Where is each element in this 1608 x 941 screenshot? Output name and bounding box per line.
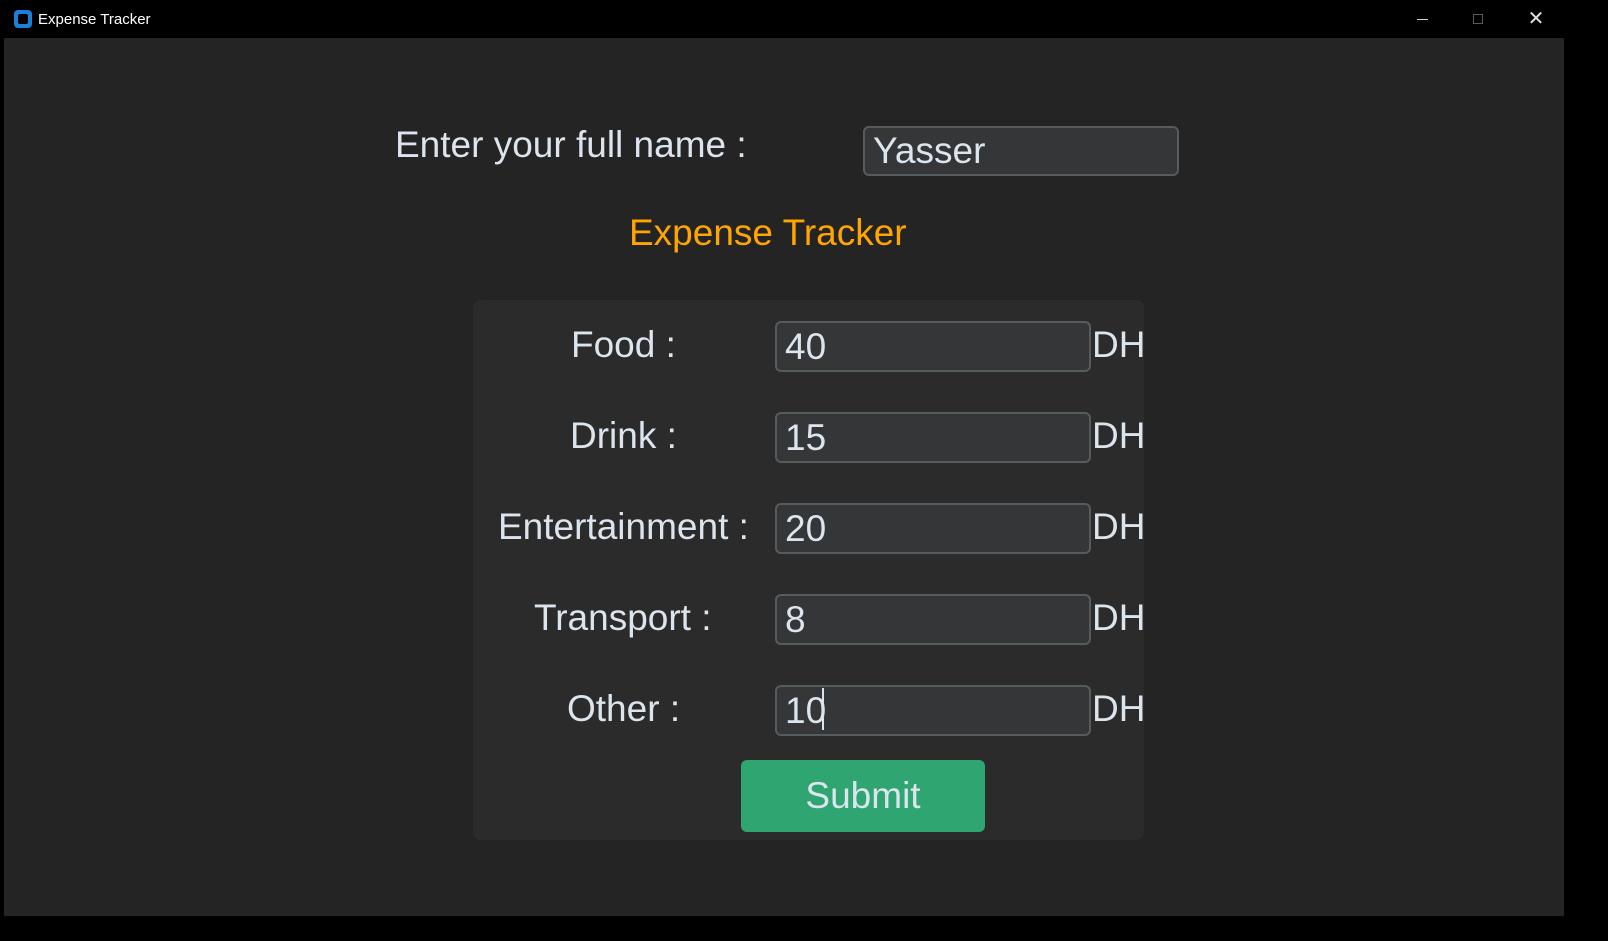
food-label: Food : bbox=[571, 324, 676, 365]
page-title: Expense Tracker bbox=[629, 212, 907, 253]
title-bar: Expense Tracker ✕ bbox=[4, 0, 1564, 38]
minimize-icon bbox=[1416, 18, 1428, 20]
food-input[interactable] bbox=[775, 321, 1091, 372]
transport-input[interactable] bbox=[775, 594, 1091, 645]
transport-label: Transport : bbox=[534, 597, 712, 638]
window-title: Expense Tracker bbox=[38, 11, 151, 28]
minimize-button[interactable] bbox=[1394, 0, 1450, 38]
entertainment-label: Entertainment : bbox=[498, 506, 749, 547]
full-name-label: Enter your full name : bbox=[395, 124, 747, 165]
submit-button[interactable]: Submit bbox=[741, 760, 985, 832]
other-label: Other : bbox=[567, 688, 681, 729]
other-unit: DH bbox=[1092, 688, 1146, 729]
entertainment-input[interactable] bbox=[775, 503, 1091, 554]
full-name-input[interactable] bbox=[863, 126, 1179, 176]
maximize-icon bbox=[1473, 14, 1483, 24]
food-unit: DH bbox=[1092, 324, 1146, 365]
drink-unit: DH bbox=[1092, 415, 1146, 456]
close-button[interactable]: ✕ bbox=[1508, 0, 1564, 38]
drink-label: Drink : bbox=[570, 415, 677, 456]
transport-unit: DH bbox=[1092, 597, 1146, 638]
close-icon: ✕ bbox=[1527, 8, 1545, 30]
app-window: Expense Tracker ✕ Enter your full name :… bbox=[4, 0, 1564, 916]
entertainment-unit: DH bbox=[1092, 506, 1146, 547]
drink-input[interactable] bbox=[775, 412, 1091, 463]
expense-form-panel bbox=[473, 300, 1144, 840]
text-caret bbox=[822, 688, 824, 730]
app-icon bbox=[14, 10, 32, 28]
maximize-button[interactable] bbox=[1450, 0, 1506, 38]
